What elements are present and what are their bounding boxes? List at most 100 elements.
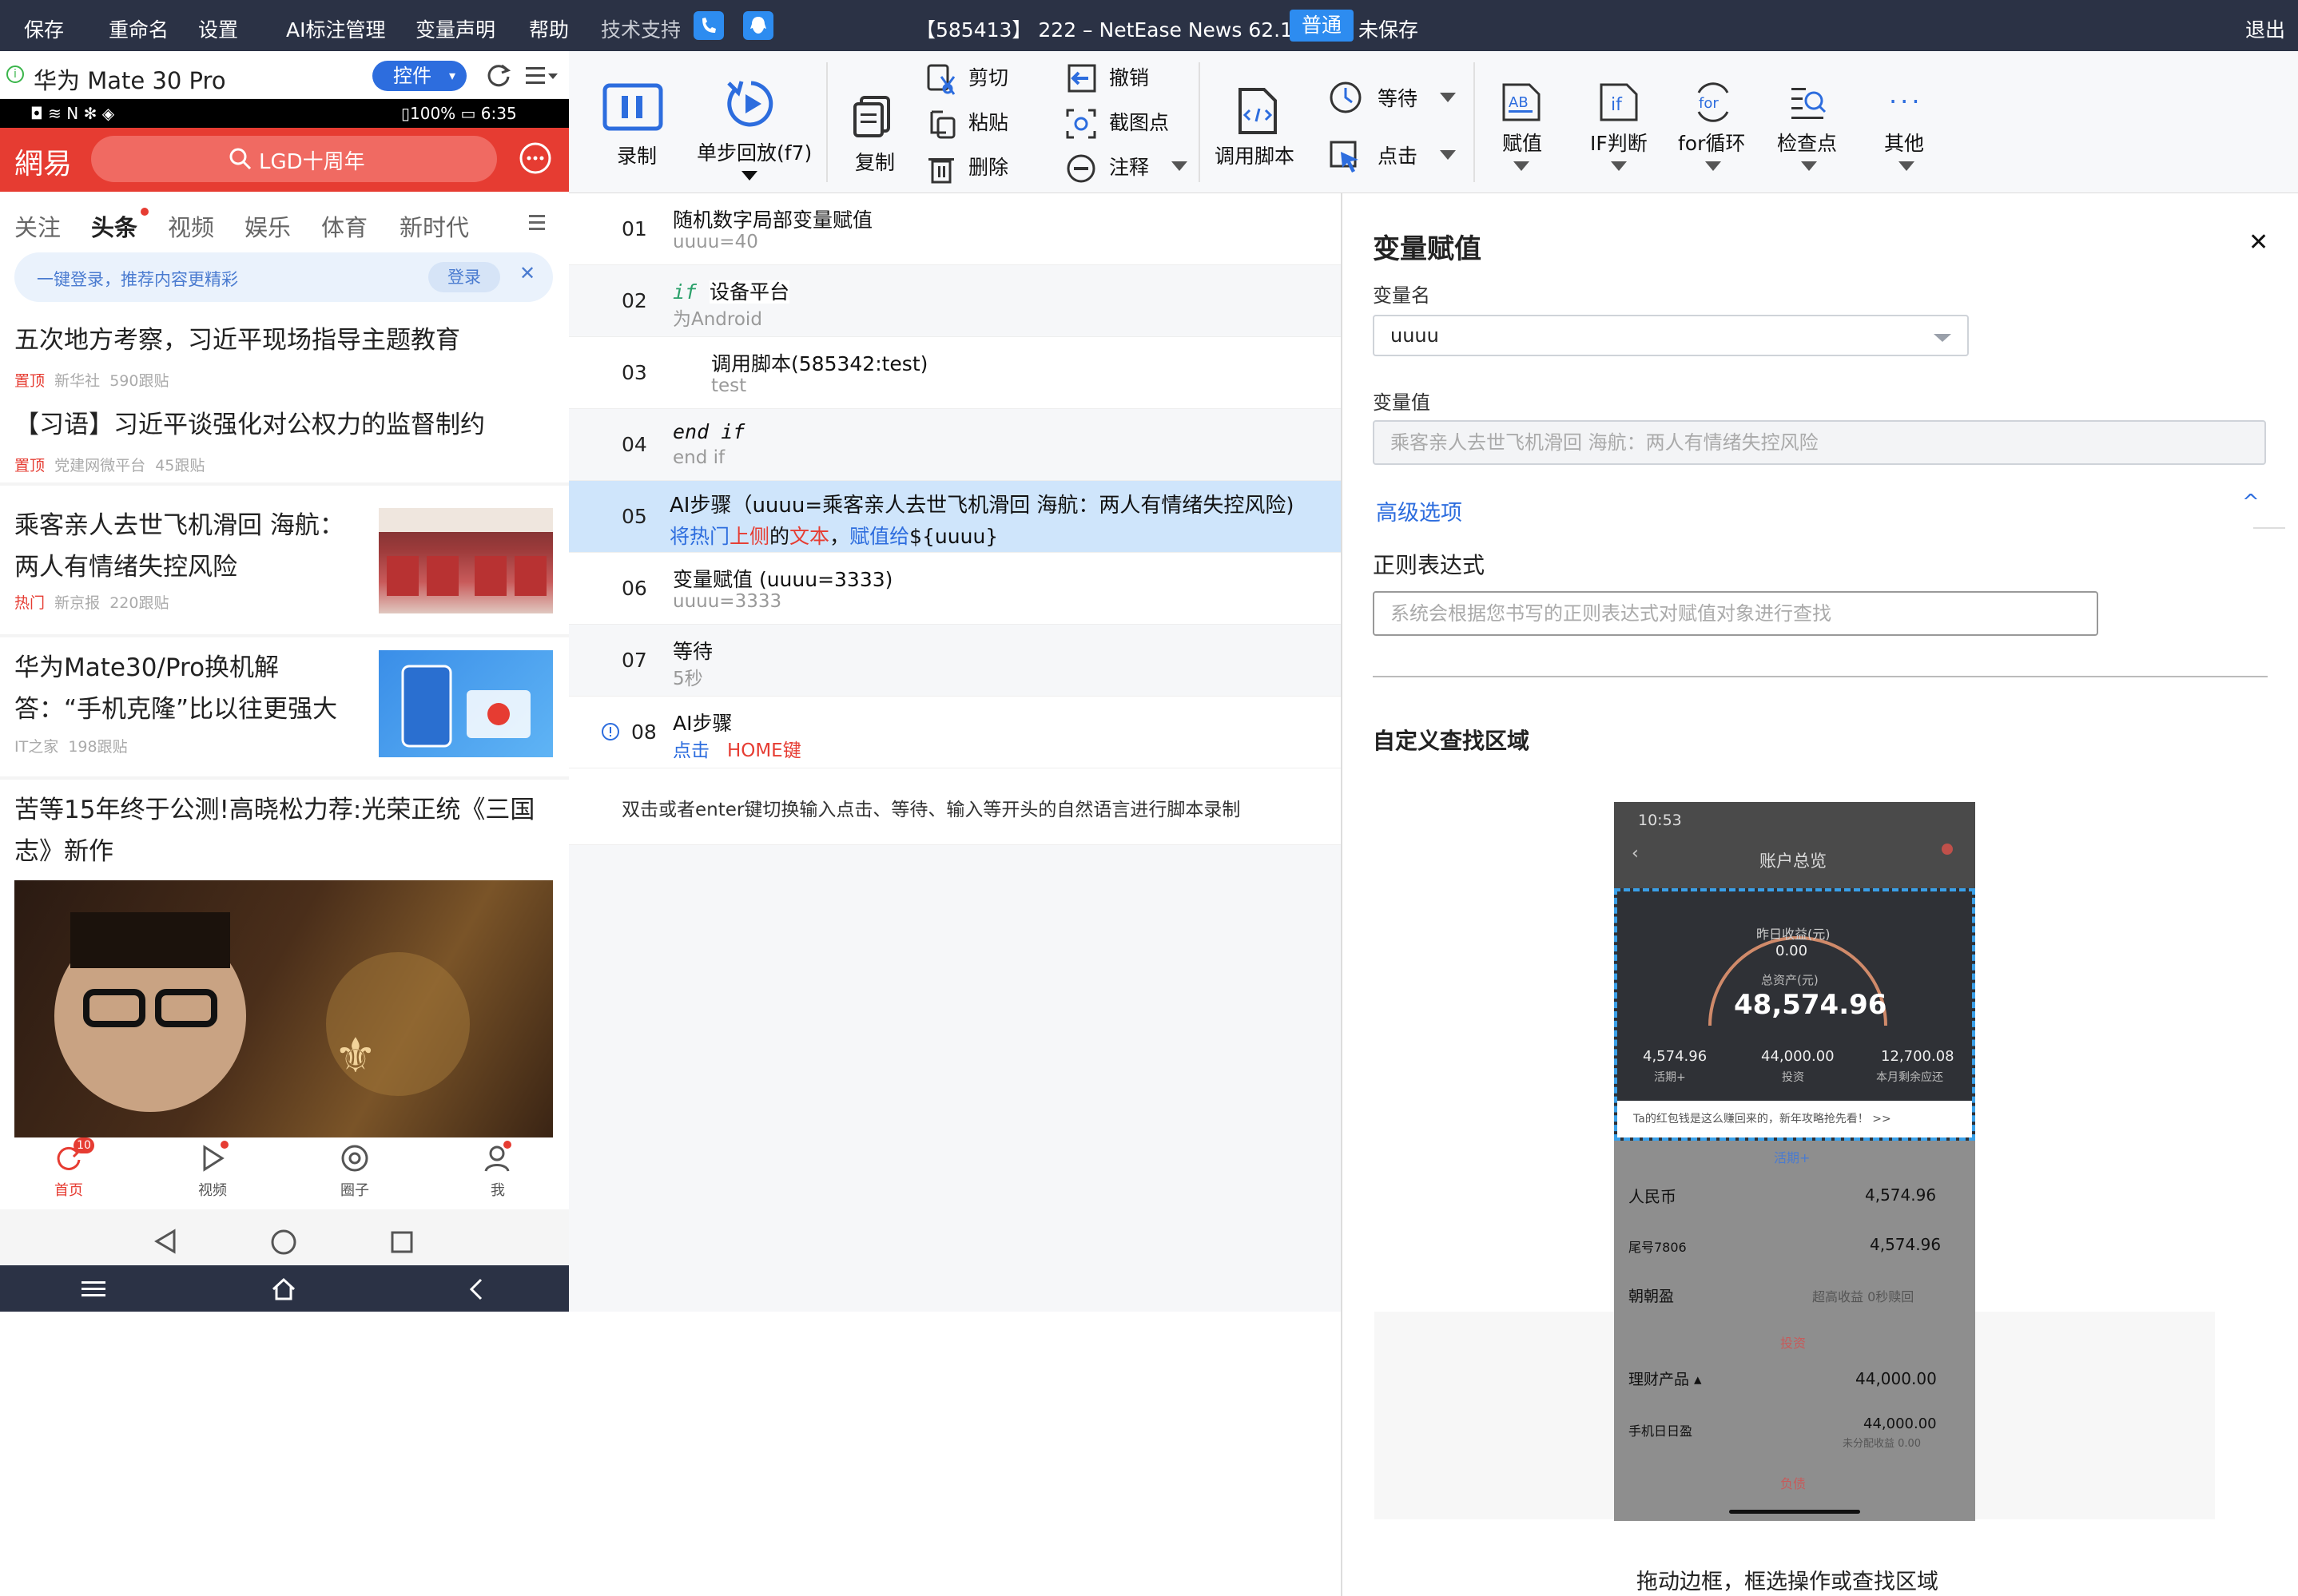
message-icon[interactable] [518,141,553,176]
nav-circle-label[interactable]: 圈子 [340,1179,369,1200]
comment-button[interactable]: 注释 [1109,152,1149,181]
menu-icon[interactable] [82,1280,105,1299]
checkpoint-icon[interactable] [1788,81,1830,123]
step-row[interactable]: 02 if 设备平台 为Android [569,265,1341,337]
more-icon[interactable]: ··· [1889,86,1923,117]
chevron-up-icon[interactable]: ^ [2242,490,2260,514]
nav-video-label[interactable]: 视频 [198,1179,227,1200]
menu-var-declare[interactable]: 变量声明 [415,14,495,43]
close-icon[interactable]: ✕ [519,262,535,284]
tab-ent[interactable]: 娱乐 [245,209,291,243]
advanced-options-link[interactable]: 高级选项 [1376,495,1462,526]
news-image-airplane[interactable] [379,508,553,613]
if-button[interactable]: IF判断 [1590,128,1648,157]
undo-button[interactable]: 撤销 [1109,62,1149,91]
assign-icon[interactable]: AB [1501,81,1542,123]
cursor-icon[interactable] [1328,139,1363,174]
step-row[interactable]: 01 随机数字局部变量赋值 uuuu=40 [569,193,1341,265]
news-image-game[interactable]: ⚜ [14,880,553,1137]
step-replay-button[interactable]: 单步回放(f7) [697,137,812,166]
step-row[interactable]: 07 等待 5秒 [569,625,1341,697]
circle-icon[interactable] [339,1142,371,1174]
news-title-3[interactable]: 乘客亲人去世飞机滑回 海航：两人有情绪失控风险 [14,505,358,588]
checkpoint-caret[interactable] [1801,161,1817,171]
screenshot-icon[interactable] [1064,107,1098,141]
tab-headline[interactable]: 头条 [91,209,137,243]
home-circle-icon[interactable] [270,1229,297,1256]
play-step-icon[interactable] [724,77,778,131]
click-button[interactable]: 点击 [1378,141,1417,169]
comment-icon[interactable] [1064,152,1098,185]
record-button[interactable]: 录制 [617,141,657,169]
menu-tech-support[interactable]: 技术支持 [601,14,681,43]
assign-button[interactable]: 赋值 [1502,128,1542,157]
logout-button[interactable]: 退出 [2245,14,2285,43]
call-script-icon[interactable] [1235,86,1280,136]
comment-caret[interactable] [1171,161,1187,171]
delete-button[interactable]: 删除 [968,152,1008,181]
recents-icon[interactable] [390,1230,414,1254]
nav-me-label[interactable]: 我 [491,1179,505,1200]
news-image-phone[interactable] [379,650,553,757]
copy-button[interactable]: 复制 [855,147,895,176]
more-caret[interactable] [1898,161,1914,171]
control-toggle-button[interactable]: 控件 ▾ [372,61,467,91]
device-menu-icon[interactable] [524,62,561,89]
refresh-icon[interactable] [484,61,513,89]
area-preview-image[interactable]: 10:53 ‹ 账户总览 昨日收益(元) 0.00 总资产(元) 48,574.… [1614,802,1975,1521]
paste-button[interactable]: 粘贴 [968,107,1008,136]
house-icon[interactable] [270,1276,297,1302]
close-icon[interactable]: ✕ [2248,228,2268,256]
step-row[interactable]: 08 AI步骤 点击 HOME键 [569,697,1341,768]
replay-dropdown-caret[interactable] [741,171,757,181]
cut-button[interactable]: 剪切 [968,62,1008,91]
tabs-menu-icon[interactable] [527,212,547,232]
nav-home-label[interactable]: 首页 [54,1179,83,1200]
if-caret[interactable] [1611,161,1627,171]
menu-settings[interactable]: 设置 [198,14,238,43]
menu-save[interactable]: 保存 [24,14,64,43]
menu-help[interactable]: 帮助 [529,14,569,43]
var-name-select[interactable]: uuuu [1373,315,1969,356]
assign-caret[interactable] [1513,161,1529,171]
menu-rename[interactable]: 重命名 [109,14,169,43]
selection-box[interactable]: 昨日收益(元) 0.00 总资产(元) 48,574.96 4,574.96 活… [1614,888,1975,1141]
for-loop-icon[interactable]: for [1692,81,1734,123]
warning-icon[interactable] [601,722,620,741]
back-icon[interactable] [153,1229,177,1254]
if-icon[interactable]: if [1598,81,1640,123]
var-value-input[interactable]: 乘客亲人去世飞机滑回 海航：两人有情绪失控风险 [1373,420,2266,465]
undo-icon[interactable] [1064,62,1098,96]
step-row[interactable]: 03 调用脚本(585342:test) test [569,337,1341,409]
screenshot-point-button[interactable]: 截图点 [1109,107,1169,136]
step-input-row[interactable]: 双击或者enter键切换输入点击、等待、输入等开头的自然语言进行脚本录制 [569,768,1341,845]
scissors-icon[interactable] [925,62,959,96]
step-row[interactable]: 04 end if end if [569,409,1341,481]
regex-input[interactable]: 系统会根据您书写的正则表达式对赋值对象进行查找 [1373,591,2098,636]
chat-support-icon[interactable] [743,11,773,40]
trash-icon[interactable] [925,152,959,185]
menu-ai-annotation[interactable]: AI标注管理 [286,14,385,43]
wait-caret[interactable] [1440,93,1456,102]
phone-support-icon[interactable] [694,11,724,40]
mode-badge[interactable]: 普通 [1290,10,1354,42]
wait-button[interactable]: 等待 [1378,83,1417,112]
pause-record-icon[interactable] [602,83,666,133]
copy-icon[interactable] [850,94,895,139]
for-caret[interactable] [1705,161,1721,171]
app-search-box[interactable]: LGD十周年 [91,136,497,182]
step-row[interactable]: 06 变量赋值 (uuuu=3333) uuuu=3333 [569,553,1341,625]
chevron-left-icon[interactable] [467,1276,484,1302]
news-title-1[interactable]: 五次地方考察，习近平现场指导主题教育 [14,320,460,361]
clock-icon[interactable] [1328,80,1363,115]
news-title-2[interactable]: 【习语】习近平谈强化对公权力的监督制约 [14,404,485,446]
call-script-button[interactable]: 调用脚本 [1215,141,1294,169]
tab-sports[interactable]: 体育 [321,209,368,243]
tab-video[interactable]: 视频 [168,209,214,243]
step-row-selected[interactable]: 05 AI步骤（uuuu=乘客亲人去世飞机滑回 海航：两人有情绪失控风险) 将热… [569,481,1341,553]
more-button[interactable]: 其他 [1884,128,1924,157]
login-button[interactable]: 登录 [428,262,500,292]
tab-follow[interactable]: 关注 [14,209,61,243]
news-title-4[interactable]: 华为Mate30/Pro换机解答：“手机克隆”比以往更强大 [14,647,358,730]
click-caret[interactable] [1440,150,1456,160]
